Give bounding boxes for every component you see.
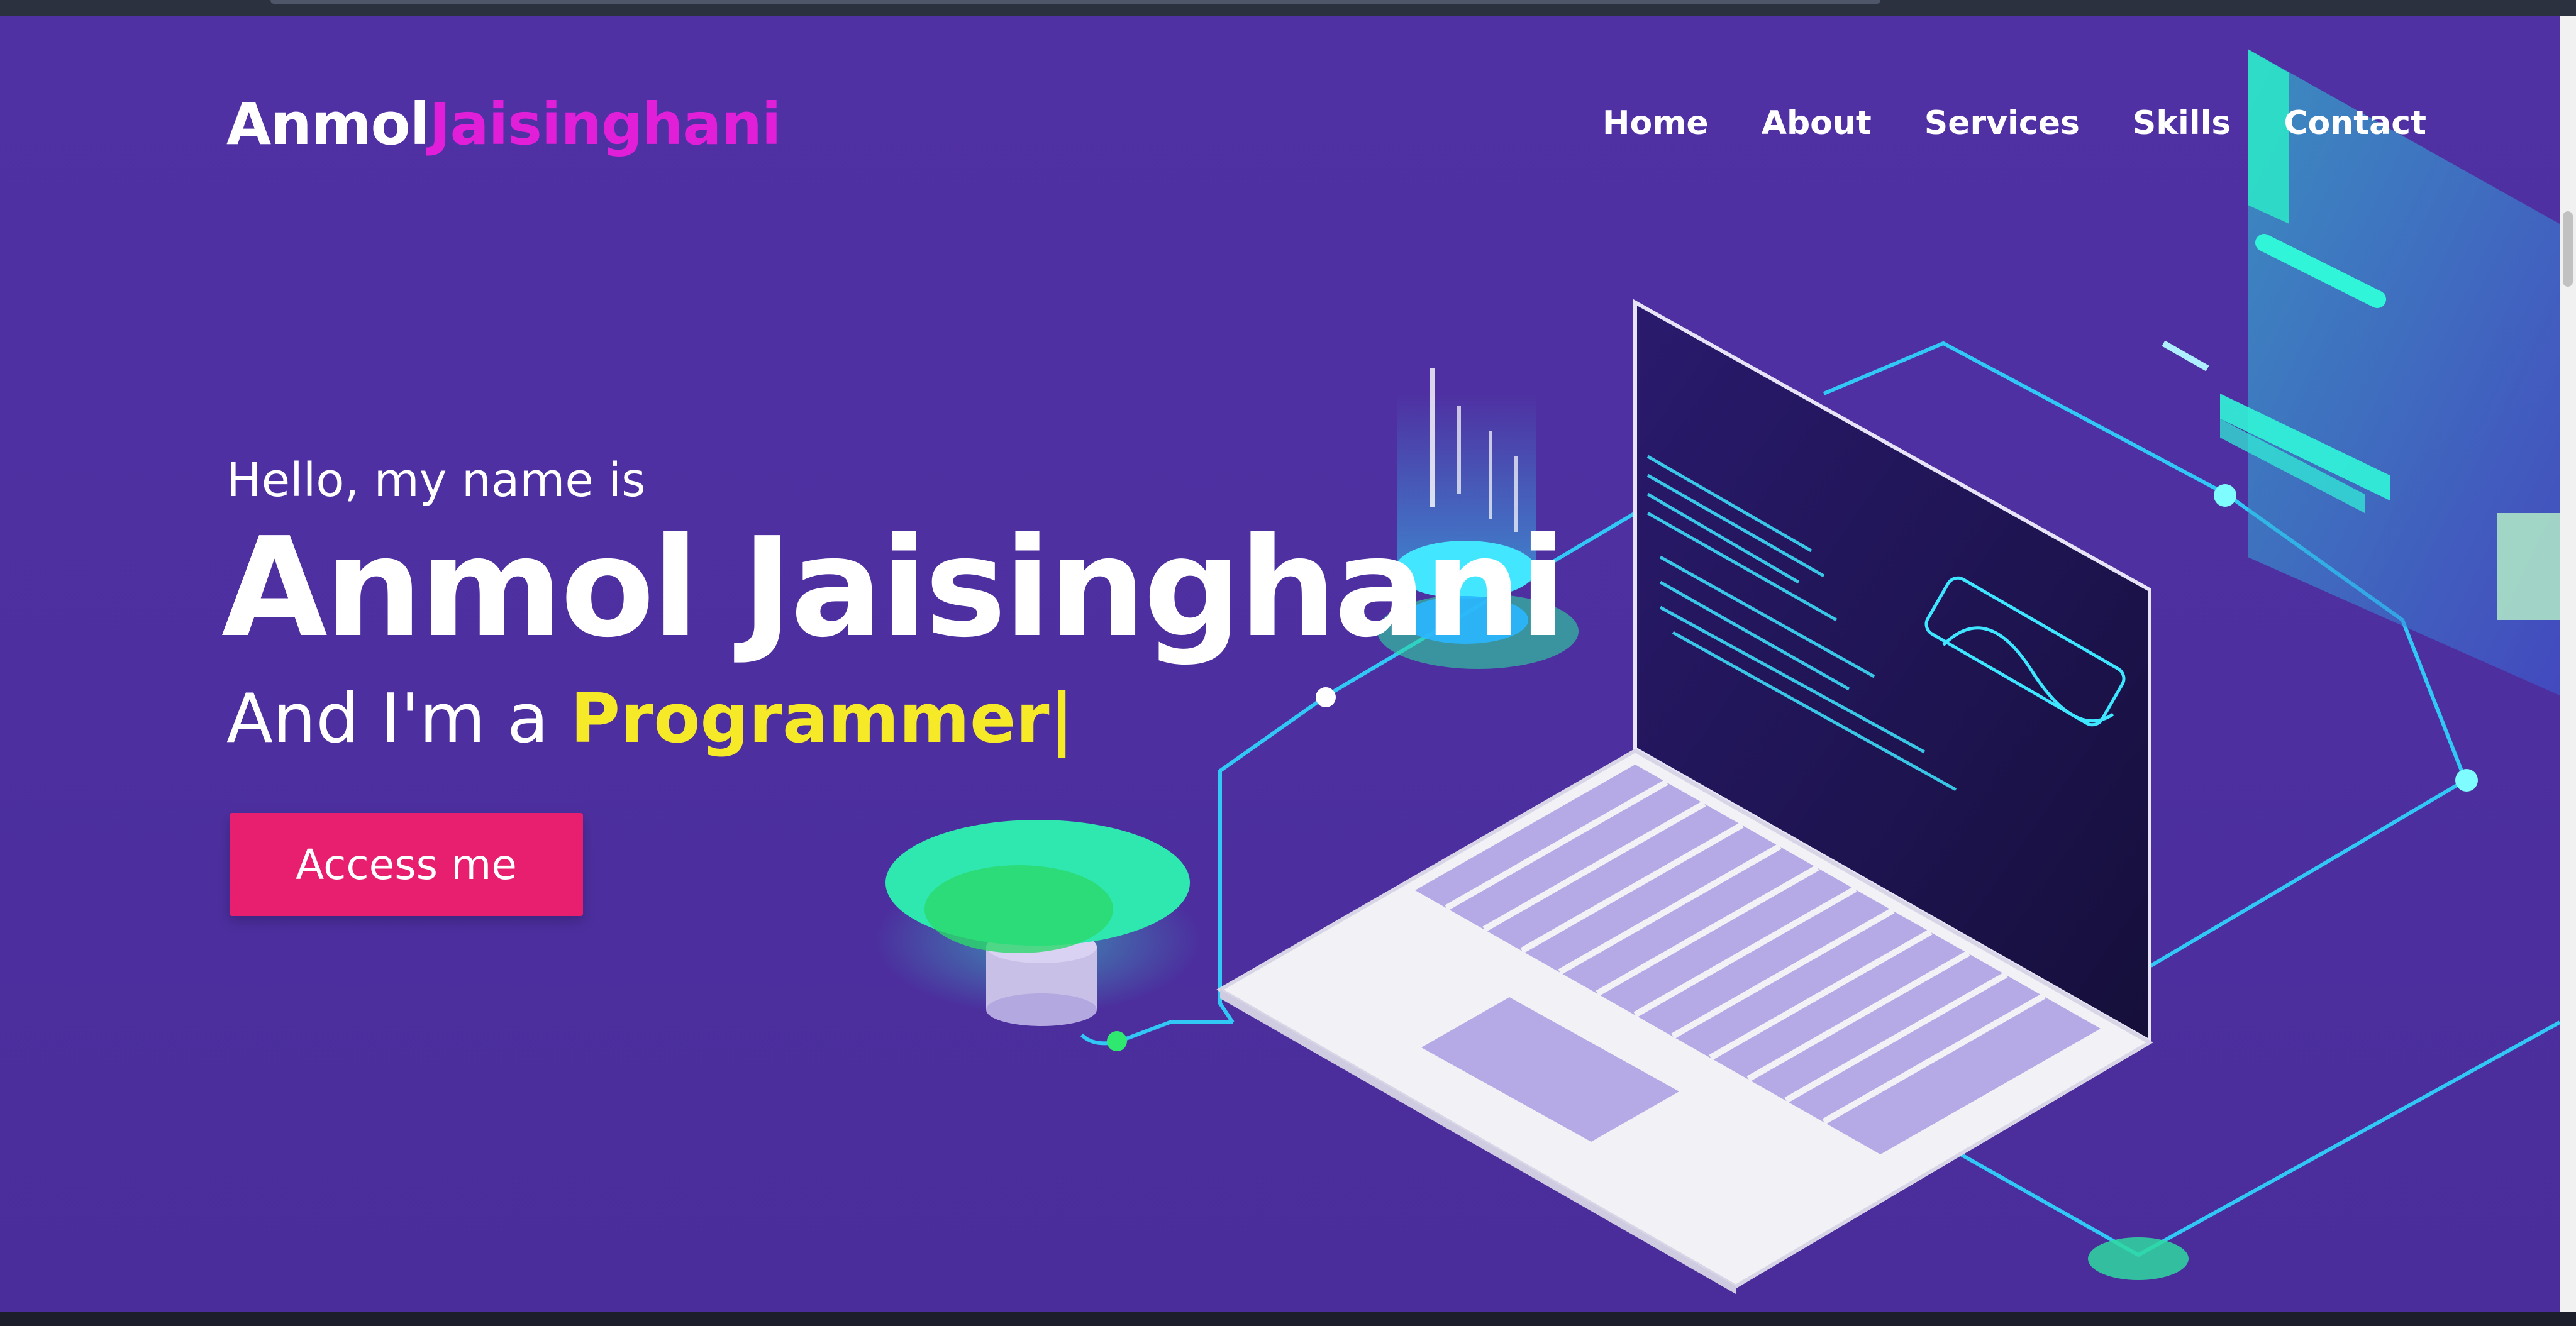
circuit-node <box>1316 687 1336 707</box>
monitor-illustration <box>2162 49 2560 695</box>
hero-role: And I'm a Programmer| <box>226 680 1074 758</box>
hero-role-prefix: And I'm a <box>226 680 570 758</box>
hero-name: Anmol Jaisinghani <box>221 509 1566 668</box>
window-bottom-edge <box>0 1312 2576 1326</box>
nav-about-link[interactable]: About <box>1762 104 1872 142</box>
hero-role-highlight: Programmer| <box>570 680 1074 758</box>
main-nav: Home About Services Skills Contact <box>1602 104 2479 142</box>
browser-top-bar <box>0 0 2576 16</box>
circuit-node <box>2455 769 2478 792</box>
scrollbar-thumb[interactable] <box>2563 211 2573 287</box>
hero-greeting: Hello, my name is <box>226 453 646 507</box>
hero-section: AnmolJaisinghani Home About Services Ski… <box>0 16 2560 1312</box>
circuit-node <box>2214 484 2236 507</box>
logo-first-name: Anmol <box>226 91 430 158</box>
access-me-button[interactable]: Access me <box>230 813 583 916</box>
site-logo[interactable]: AnmolJaisinghani <box>226 91 781 158</box>
nav-skills-link[interactable]: Skills <box>2133 104 2231 142</box>
green-disc-illustration <box>874 820 1201 1026</box>
nav-contact-link[interactable]: Contact <box>2284 104 2426 142</box>
green-node <box>2088 1237 2189 1280</box>
nav-services-link[interactable]: Services <box>1924 104 2080 142</box>
circuit-node <box>1107 1031 1127 1051</box>
laptop-illustration <box>1216 299 2153 1294</box>
scrollbar[interactable] <box>2560 16 2576 1312</box>
nav-home-link[interactable]: Home <box>1602 104 1709 142</box>
browser-tab-strip <box>270 0 1880 4</box>
logo-last-name: Jaisinghani <box>429 91 781 158</box>
